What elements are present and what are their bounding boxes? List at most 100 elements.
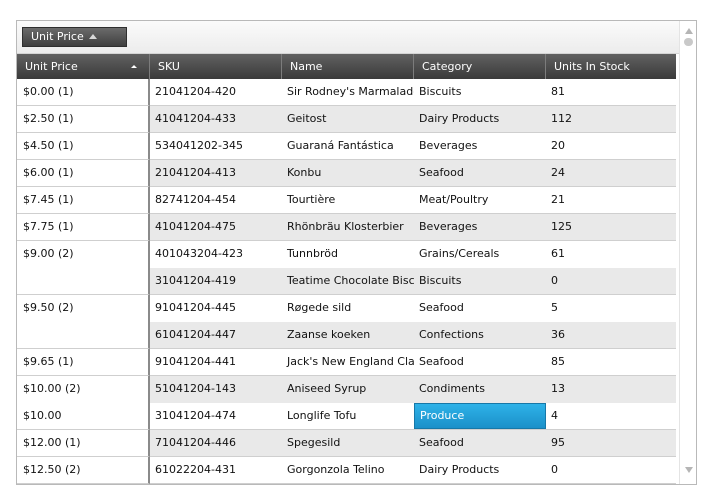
table-row[interactable]: 31041204-419Teatime Chocolate BiscuitsBi…	[150, 268, 676, 295]
cell-sku[interactable]: 401043204-423	[150, 241, 282, 267]
cell-category[interactable]: Dairy Products	[414, 457, 546, 483]
group-row-header[interactable]: $12.50 (2)	[17, 457, 150, 484]
cell-name[interactable]: Gorgonzola Telino	[282, 457, 414, 483]
cell-units-in-stock[interactable]: 0	[546, 268, 676, 294]
cell-sku[interactable]: 41041204-433	[150, 106, 282, 132]
group-row-header[interactable]: $7.45 (1)	[17, 187, 150, 214]
group-row-header[interactable]: $2.50 (1)	[17, 106, 150, 133]
table-row[interactable]: 82741204-454 Tourtière Meat/Poultry 21	[150, 187, 676, 214]
cell-category[interactable]: Biscuits	[414, 268, 546, 294]
cell-name[interactable]: Konbu	[282, 160, 414, 186]
cell-units-in-stock[interactable]: 85	[546, 349, 676, 375]
cell-units-in-stock[interactable]: 36	[546, 322, 676, 348]
table-row[interactable]: 534041202-345 Guaraná Fantástica Beverages…	[150, 133, 676, 160]
cell-name[interactable]: Longlife Tofu	[282, 403, 414, 429]
cell-name[interactable]: Tunnbröd	[282, 241, 414, 267]
cell-units-in-stock[interactable]: 24	[546, 160, 676, 186]
cell-category[interactable]: Biscuits	[414, 79, 546, 105]
table-row[interactable]: 31041204-474 Longlife Tofu Produce 4	[150, 403, 676, 430]
cell-units-in-stock[interactable]: 125	[546, 214, 676, 240]
cell-units-in-stock[interactable]: 95	[546, 430, 676, 456]
group-row-header[interactable]: $7.75 (1)	[17, 214, 150, 241]
table-row[interactable]: 51041204-143 Aniseed Syrup Condiments 13	[150, 376, 676, 403]
group-row-header[interactable]: $0.00 (1)	[17, 79, 150, 106]
cell-name[interactable]: Spegesild	[282, 430, 414, 456]
cell-sku[interactable]: 51041204-143	[150, 376, 282, 402]
group-chip-unit-price[interactable]: Unit Price	[22, 27, 127, 47]
column-header-sku[interactable]: SKU	[150, 54, 282, 79]
cell-sku[interactable]: 21041204-413	[150, 160, 282, 186]
group-row-header[interactable]: $6.00 (1)	[17, 160, 150, 187]
cell-category[interactable]: Dairy Products	[414, 106, 546, 132]
cell-sku[interactable]: 82741204-454	[150, 187, 282, 213]
cell-name[interactable]: Teatime Chocolate Biscuits	[282, 268, 414, 294]
cell-category[interactable]: Seafood	[414, 349, 546, 375]
cell-sku[interactable]: 31041204-474	[150, 403, 282, 429]
table-row[interactable]: 91041204-441Jack's New England Clam Chow…	[150, 349, 676, 376]
scroll-thumb[interactable]	[684, 38, 693, 46]
table-row[interactable]: 41041204-433 Geitost Dairy Products 112	[150, 106, 676, 133]
column-header-category[interactable]: Category	[414, 54, 546, 79]
group-row-header[interactable]: $4.50 (1)	[17, 133, 150, 160]
cell-category[interactable]: Seafood	[414, 160, 546, 186]
column-header-name[interactable]: Name	[282, 54, 414, 79]
cell-units-in-stock[interactable]: 21	[546, 187, 676, 213]
cell-units-in-stock[interactable]: 0	[546, 457, 676, 483]
group-row-header[interactable]: $9.00 (2)	[17, 241, 150, 295]
table-row[interactable]: 21041204-420 Sir Rodney's Marmalade Biscui…	[150, 79, 676, 106]
cell-sku[interactable]: 61022204-431	[150, 457, 282, 483]
table-row[interactable]: 21041204-413 Konbu Seafood 24	[150, 160, 676, 187]
cell-sku[interactable]: 21041204-420	[150, 79, 282, 105]
cell-category[interactable]: Grains/Cereals	[414, 241, 546, 267]
cell-name[interactable]: Guaraná Fantástica	[282, 133, 414, 159]
cell-category[interactable]: Seafood	[414, 295, 546, 321]
cell-sku[interactable]: 31041204-419	[150, 268, 282, 294]
group-label: $9.50 (2)	[23, 301, 74, 314]
cell-category[interactable]: Confections	[414, 322, 546, 348]
cell-name[interactable]: Jack's New England Clam Chowder	[282, 349, 414, 375]
group-by-panel: Unit Price	[17, 21, 679, 54]
table-row[interactable]: 71041204-446 Spegesild Seafood 95	[150, 430, 676, 457]
cell-sku[interactable]: 91041204-441	[150, 349, 282, 375]
column-header-units-in-stock[interactable]: Units In Stock	[546, 54, 676, 79]
cell-name[interactable]: Geitost	[282, 106, 414, 132]
group-row-header[interactable]: $9.65 (1)	[17, 349, 150, 376]
cell-category[interactable]: Condiments	[414, 376, 546, 402]
cell-sku[interactable]: 71041204-446	[150, 430, 282, 456]
cell-units-in-stock[interactable]: 112	[546, 106, 676, 132]
cell-units-in-stock[interactable]: 81	[546, 79, 676, 105]
cell-category[interactable]: Beverages	[414, 214, 546, 240]
cell-units-in-stock[interactable]: 5	[546, 295, 676, 321]
table-row[interactable]: 401043204-423 Tunnbröd Grains/Cereals 61	[150, 241, 676, 268]
cell-category[interactable]: Meat/Poultry	[414, 187, 546, 213]
scroll-up-icon[interactable]	[685, 28, 693, 34]
cell-sku[interactable]: 534041202-345	[150, 133, 282, 159]
vertical-scrollbar[interactable]	[679, 21, 696, 484]
table-row[interactable]: 61041204-447 Zaanse koeken Confections 36	[150, 322, 676, 349]
cell-units-in-stock[interactable]: 61	[546, 241, 676, 267]
cell-sku[interactable]: 91041204-445	[150, 295, 282, 321]
cell-name[interactable]: Rhönbräu Klosterbier	[282, 214, 414, 240]
cell-category[interactable]: Seafood	[414, 430, 546, 456]
cell-category[interactable]: Beverages	[414, 133, 546, 159]
cell-name[interactable]: Zaanse koeken	[282, 322, 414, 348]
cell-sku[interactable]: 41041204-475	[150, 214, 282, 240]
scroll-down-icon[interactable]	[685, 467, 693, 473]
column-header-unit-price[interactable]: Unit Price	[17, 54, 150, 79]
cell-name[interactable]: Sir Rodney's Marmalade	[282, 79, 414, 105]
cell-units-in-stock[interactable]: 4	[546, 403, 676, 429]
table-row[interactable]: 91041204-445 Røgede sild Seafood 5	[150, 295, 676, 322]
group-row-header[interactable]: $12.00 (1)	[17, 430, 150, 457]
cell-category[interactable]: Produce	[414, 403, 546, 429]
cell-sku[interactable]: 61041204-447	[150, 322, 282, 348]
cell-name[interactable]: Røgede sild	[282, 295, 414, 321]
cell-name[interactable]: Aniseed Syrup	[282, 376, 414, 402]
group-row-header[interactable]: $10.00 (2) $10.00	[17, 376, 150, 430]
cell-name[interactable]: Tourtière	[282, 187, 414, 213]
table-row[interactable]: 61022204-431 Gorgonzola Telino Dairy Produ…	[150, 457, 676, 484]
cell-units-in-stock[interactable]: 20	[546, 133, 676, 159]
group-row-header[interactable]: $9.50 (2)	[17, 295, 150, 349]
table-row[interactable]: 41041204-475 Rhönbräu Klosterbier Beverage…	[150, 214, 676, 241]
group-label: $2.50 (1)	[23, 112, 74, 125]
cell-units-in-stock[interactable]: 13	[546, 376, 676, 402]
